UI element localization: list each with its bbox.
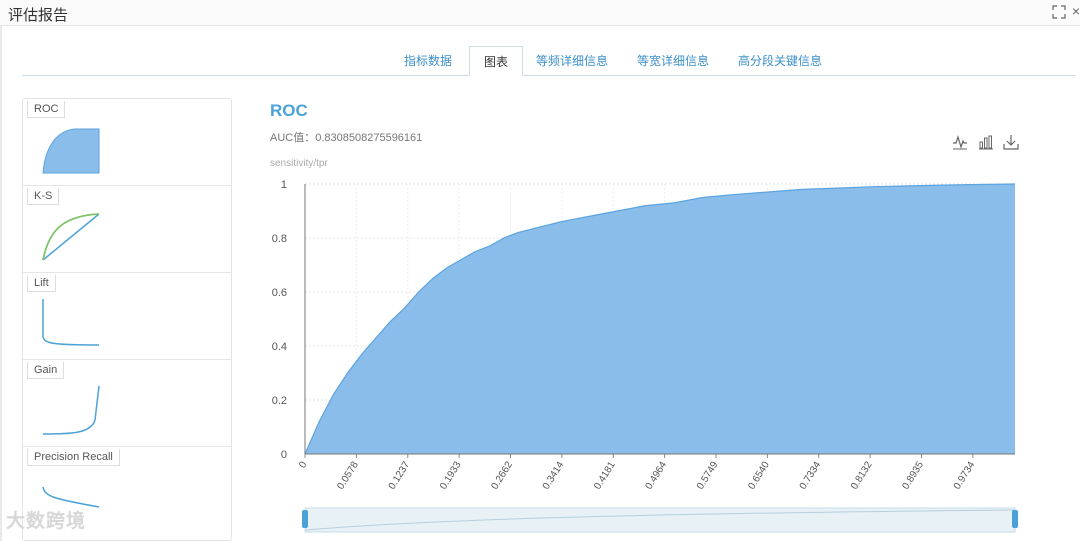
- thumbnail-lift[interactable]: Lift: [23, 273, 231, 360]
- tab-equal-frequency-details[interactable]: 等频详细信息: [532, 46, 612, 76]
- thumbnail-label: ROC: [27, 101, 66, 118]
- expand-icon[interactable]: [1052, 5, 1066, 19]
- x-tick-label: 0.3414: [541, 459, 567, 491]
- gain-thumbnail-icon: [42, 385, 100, 435]
- tab-metrics-data[interactable]: 指标数据: [395, 46, 461, 76]
- x-tick-label: 0.4964: [644, 459, 670, 491]
- x-tick-label: 0.4181: [592, 459, 618, 491]
- x-tick-label: 0.1933: [438, 459, 464, 491]
- evaluation-report-window: 评估报告 × 指标数据 图表 等频详细信息 等宽详细信息 高分段关键信息 ROC…: [0, 0, 1080, 541]
- thumbnail-label: Gain: [27, 362, 65, 379]
- x-tick-label: 0.8935: [901, 459, 927, 491]
- tab-equal-width-details[interactable]: 等宽详细信息: [633, 46, 713, 76]
- thumbnail-gain[interactable]: Gain: [23, 360, 231, 447]
- thumbnail-label: K-S: [27, 188, 60, 205]
- lift-thumbnail-icon: [42, 299, 100, 346]
- y-tick-label: 0: [281, 449, 287, 461]
- chart-thumbnail-panel: ROC K-S Lift Gain Precision Recall: [22, 98, 232, 541]
- window-left-border: [0, 26, 2, 541]
- thumbnail-label: Precision Recall: [27, 449, 120, 466]
- x-tick-label: 0.0578: [335, 459, 361, 491]
- roc-area: [305, 184, 1015, 454]
- roc-thumbnail-icon: [42, 128, 100, 174]
- thumbnail-ks[interactable]: K-S: [23, 186, 231, 273]
- thumbnail-label: Lift: [27, 275, 56, 292]
- x-tick-label: 0.1237: [387, 459, 413, 491]
- tab-bar: 指标数据 图表 等频详细信息 等宽详细信息 高分段关键信息: [22, 46, 1076, 76]
- x-tick-label: 0.6540: [746, 459, 772, 491]
- window-titlebar: 评估报告 ×: [0, 0, 1080, 26]
- watermark: 大数跨境: [6, 511, 87, 532]
- y-tick-label: 0.2: [272, 395, 287, 407]
- roc-chart-area: ROC AUC值：0.8308508275596161 sensitivity/…: [248, 90, 1078, 541]
- x-tick-label: 0.7334: [798, 459, 824, 491]
- y-tick-label: 0.8: [272, 233, 287, 245]
- x-tick-label: 0.8132: [849, 459, 875, 491]
- x-tick-label: 0.9734: [952, 459, 978, 491]
- thumbnail-roc[interactable]: ROC: [23, 99, 231, 186]
- y-tick-label: 0.6: [272, 287, 287, 299]
- x-tick-label: 0.2662: [490, 459, 516, 491]
- y-tick-label: 1: [281, 179, 287, 191]
- data-zoom-left-handle[interactable]: [302, 510, 308, 528]
- y-tick-label: 0.4: [272, 341, 287, 353]
- ks-thumbnail-icon: [42, 213, 100, 261]
- close-icon[interactable]: ×: [1072, 3, 1080, 19]
- roc-plot: 0 0.2 0.4 0.6 0.8 1 0 0.0578 0.1237 0.1933 0.2662 0…: [272, 179, 1018, 533]
- tab-high-score-key-info[interactable]: 高分段关键信息: [734, 46, 826, 76]
- x-tick-label: 0.5749: [695, 459, 721, 491]
- tab-charts[interactable]: 图表: [469, 46, 523, 76]
- window-title: 评估报告: [8, 7, 69, 24]
- x-tick-label: 0: [297, 459, 310, 470]
- data-zoom-right-handle[interactable]: [1012, 510, 1018, 528]
